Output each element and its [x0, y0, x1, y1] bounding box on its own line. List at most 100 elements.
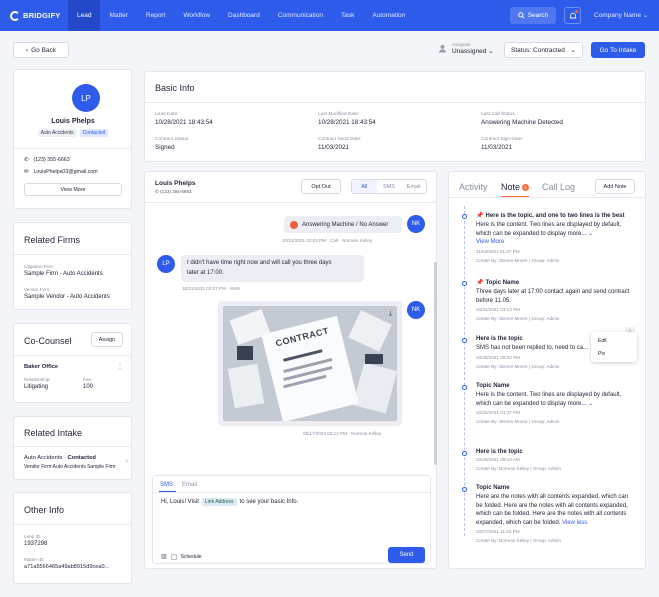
- download-icon[interactable]: ⤓: [389, 310, 392, 318]
- nav-item-report[interactable]: Report: [137, 0, 175, 31]
- menu-item-pin[interactable]: Pin: [598, 351, 605, 357]
- tab-call-log[interactable]: Call Log: [542, 182, 575, 192]
- company-menu[interactable]: Company Name ⌄: [594, 11, 648, 19]
- schedule-toggle[interactable]: ▥ Schedule: [161, 553, 202, 560]
- note-date: 10/28/2021 06:00 PM: [476, 354, 520, 360]
- litigation-firm-value[interactable]: Sample Firm - Auto Accidents: [24, 271, 103, 277]
- timeline-dot: [462, 338, 467, 343]
- contract-send-date-label: Contract Send Date:: [318, 137, 362, 142]
- nav-item-dashboard[interactable]: Dashboard: [219, 0, 269, 31]
- timeline-dot: [462, 281, 467, 286]
- assignee-selector[interactable]: Assignee Unassigned ⌄: [438, 42, 494, 55]
- status-select[interactable]: Status: Contracted ⌄: [504, 42, 583, 58]
- related-firms-title: Related Firms: [24, 235, 81, 245]
- note-body: Three days later at 17:00 contact again …: [476, 289, 630, 304]
- compose-input[interactable]: Hi, Louis! Visit Link Address to see you…: [161, 498, 298, 506]
- more-options-icon[interactable]: ⋮: [117, 363, 123, 370]
- filter-email[interactable]: Email: [401, 180, 426, 193]
- divider: [449, 197, 645, 198]
- relationship-label: Relationship:: [24, 377, 51, 382]
- other-info-card: Other Info Lead ID: 1937298 Matter ID: a…: [13, 492, 132, 584]
- lead-date-label: Lead Date:: [155, 112, 179, 117]
- vendor-firm-label: Vendor Firm:: [24, 287, 51, 292]
- chat-phone-value: (123) 355-6663: [160, 189, 192, 194]
- lead-id-label: Lead ID:: [24, 534, 42, 539]
- view-more-button[interactable]: View More: [24, 183, 122, 196]
- schedule-checkbox[interactable]: [170, 553, 177, 560]
- nav-item-lead[interactable]: Lead: [68, 0, 101, 31]
- compose-text: to see your basic Info.: [239, 499, 299, 505]
- chevron-down-icon[interactable]: ⌄: [588, 231, 593, 237]
- note-group: Group: Admin: [532, 538, 561, 543]
- tab-note[interactable]: Note 2: [501, 182, 530, 192]
- menu-item-edit[interactable]: Edit: [598, 338, 607, 344]
- divider: [145, 202, 436, 203]
- note-title: Here is the topic, and one to two lines …: [485, 212, 625, 219]
- nav-item-task[interactable]: Task: [332, 0, 363, 31]
- last-call-status-label: Last Call Status:: [481, 112, 516, 117]
- related-firms-card: Related Firms Litigation Firm: Sample Fi…: [13, 222, 132, 310]
- last-modified-label: Last Modified Date:: [318, 112, 360, 117]
- intake-item[interactable]: Auto Accidents · Contacted Vendor Firm:A…: [24, 455, 128, 470]
- nav-item-workflow[interactable]: Workflow: [174, 0, 219, 31]
- sms-message-line: later at 17:00.: [187, 269, 224, 276]
- filter-sms[interactable]: SMS: [377, 180, 402, 193]
- go-to-intake-button[interactable]: Go To Intake: [591, 42, 645, 58]
- nav-item-automation[interactable]: Automation: [363, 0, 414, 31]
- chevron-down-icon[interactable]: ⌄: [588, 401, 593, 407]
- link-address-tag[interactable]: Link Address: [201, 498, 237, 506]
- nav-item-communication[interactable]: Communication: [269, 0, 332, 31]
- chat-scrollbar[interactable]: [434, 262, 437, 465]
- chevron-down-icon: ⌄: [488, 48, 494, 55]
- view-less-link[interactable]: View less: [562, 520, 587, 526]
- note-body: Here are the notes with all contents exp…: [476, 494, 629, 526]
- email-value: LouisPhelps03@gmail.com: [33, 169, 98, 175]
- message-meta: 10/31/2021 02:07 PM · SMS: [182, 286, 240, 291]
- assign-button[interactable]: Assign: [91, 332, 123, 347]
- note-creator: Create By: Norman Kelley: [476, 466, 530, 471]
- note-group: Group: Admin: [531, 363, 560, 369]
- go-back-button[interactable]: ‹ Go Back: [13, 42, 69, 58]
- matter-id-value: a71a5566465a49ab8915d9cea0...: [24, 564, 110, 570]
- schedule-label: Schedule: [180, 553, 202, 560]
- assignee-value: Unassigned: [452, 48, 487, 55]
- note-item[interactable]: Topic Name Here are the notes with all c…: [476, 485, 636, 543]
- pin-icon: 📌: [476, 213, 484, 219]
- search-button[interactable]: Search: [510, 7, 556, 24]
- view-more-link[interactable]: View More: [476, 239, 504, 245]
- note-item[interactable]: 📌 Here is the topic, and one to two lines…: [476, 212, 636, 263]
- note-count-badge: 2: [522, 184, 530, 192]
- add-note-button[interactable]: Add Note: [595, 179, 635, 194]
- brand-logo[interactable]: BRIDGIFY: [10, 10, 68, 21]
- note-creator: Create By: Norman Kelley: [476, 538, 530, 543]
- note-item[interactable]: Here is the topic 10/28/2021 09:10 AM Cr…: [476, 449, 636, 471]
- note-creator: Create By: Steven Moore: [476, 257, 528, 263]
- template-icon[interactable]: ▥: [161, 553, 167, 560]
- email-icon: ✉: [24, 169, 29, 175]
- avatar: LP: [72, 84, 100, 112]
- opt-out-button[interactable]: Opt Out: [301, 179, 341, 194]
- note-context-menu: Edit Pin: [591, 332, 637, 362]
- contract-send-date-value: 11/03/2021: [318, 144, 350, 151]
- notification-button[interactable]: [564, 7, 581, 24]
- intake-name: Auto Accidents: [24, 455, 63, 461]
- send-button[interactable]: Send: [388, 547, 425, 563]
- nav-item-matter[interactable]: Matter: [100, 0, 136, 31]
- note-body: Here is the content. Two lines are displ…: [476, 392, 622, 407]
- lead-date-value: 10/28/2021 18:43:54: [155, 119, 213, 126]
- note-title: Topic Name: [485, 279, 520, 286]
- call-message-text: Answering Machine / No Answer: [302, 221, 389, 228]
- search-icon: [517, 12, 525, 19]
- compose-text: Hi, Louis! Visit: [161, 499, 199, 505]
- compose-tab-email[interactable]: Email: [182, 482, 197, 488]
- note-item[interactable]: 📌 Topic Name Three days later at 17:00 co…: [476, 279, 636, 322]
- filter-all[interactable]: All: [352, 180, 377, 193]
- compose-tab-sms[interactable]: SMS: [160, 482, 173, 488]
- tab-activity[interactable]: Activity: [459, 182, 488, 192]
- divider: [14, 446, 131, 447]
- attachment-image[interactable]: CONTRACT ⤓: [223, 306, 397, 421]
- vendor-firm-value[interactable]: Sample Vendor - Auto Accidents: [24, 294, 110, 300]
- note-date: 10/31/2021 03:13 PM: [476, 307, 520, 312]
- note-item[interactable]: Topic Name Here is the content. Two line…: [476, 383, 636, 424]
- note-item[interactable]: Here is the topic SMS has not been repli…: [476, 336, 594, 369]
